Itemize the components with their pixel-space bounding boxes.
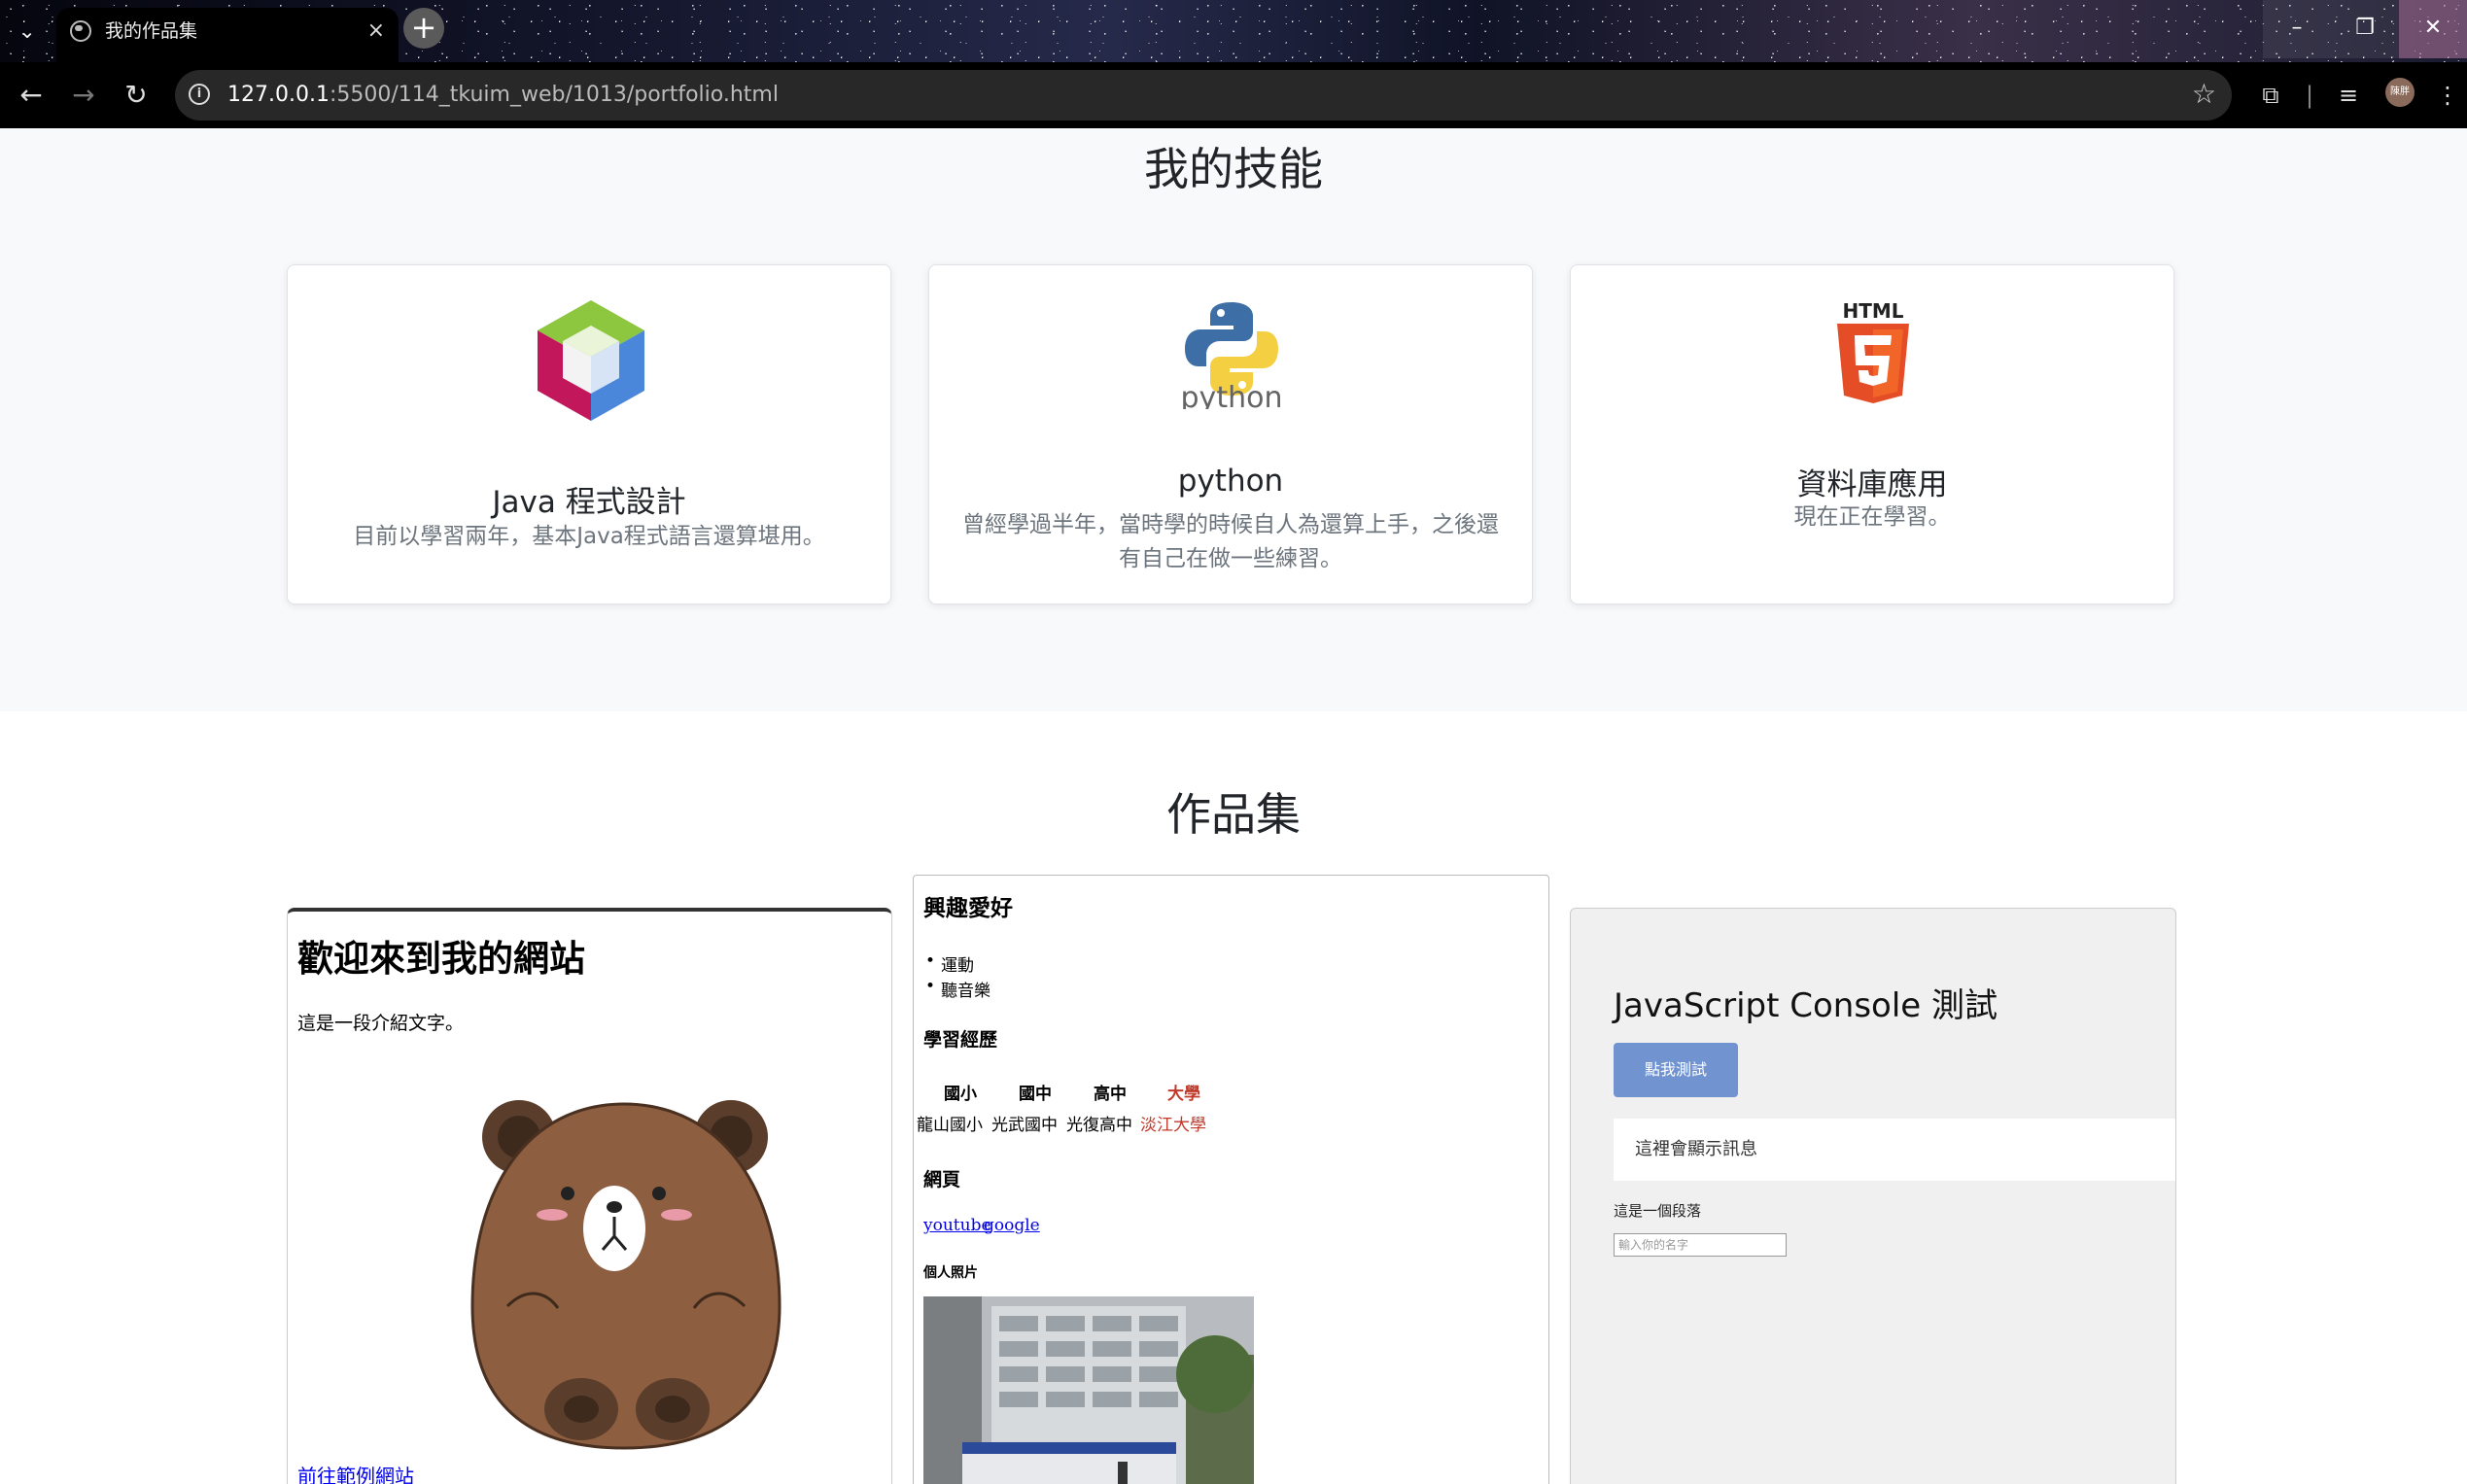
hobbies-heading: 興趣愛好 <box>923 895 1013 921</box>
hobby-item: 運動 <box>925 951 974 976</box>
test-button[interactable]: 點我測試 <box>1614 1043 1738 1097</box>
paragraph-text: 這是一個段落 <box>1614 1202 1702 1220</box>
skill-title: Java 程式設計 <box>492 485 686 520</box>
web-page: 我的技能 Java 程式設計 目前以學習兩年，基本Java程式語言還算堪用。 p… <box>0 128 2467 1484</box>
portfolio-frame-welcome: 歡迎來到我的網站 這是一段介紹文字。 前往範例網站 <box>287 908 892 1484</box>
globe-icon <box>70 20 91 42</box>
html5-shield-icon: HTML <box>1837 299 1909 403</box>
example-site-link[interactable]: 前往範例網站 <box>297 1461 414 1484</box>
tab-title: 我的作品集 <box>105 20 198 42</box>
url-text[interactable]: 127.0.0.1:5500/114_tkuim_web/1013/portfo… <box>227 81 779 110</box>
media-control-icon[interactable]: ≡ <box>2331 78 2366 113</box>
new-tab-button[interactable]: + <box>403 8 444 49</box>
window-controls: – ❐ ✕ <box>2263 0 2467 58</box>
back-arrow-icon[interactable]: ← <box>14 78 49 113</box>
python-logo-icon: python <box>1181 302 1283 409</box>
name-input[interactable]: 輸入你的名字 <box>1614 1233 1787 1257</box>
skill-title: python <box>1177 464 1284 499</box>
extensions-puzzle-icon[interactable]: ⧉ <box>2253 78 2288 113</box>
close-tab-icon[interactable]: × <box>367 17 385 45</box>
skill-card-java: Java 程式設計 目前以學習兩年，基本Java程式語言還算堪用。 <box>287 264 891 604</box>
browser-tab[interactable]: 我的作品集 × <box>56 8 399 62</box>
bookmark-star-icon[interactable]: ☆ <box>2192 78 2216 111</box>
forward-arrow-icon[interactable]: → <box>66 78 101 113</box>
browser-toolbar: ← → ↻ i 127.0.0.1:5500/114_tkuim_web/101… <box>0 62 2467 128</box>
portfolio-heading: 作品集 <box>1166 788 1301 841</box>
edu-value: 龍山國小 <box>917 1116 983 1135</box>
html-logo-text: HTML <box>1842 299 1903 323</box>
edu-header-highlight: 大學 <box>1167 1085 1200 1104</box>
reload-icon[interactable]: ↻ <box>119 78 154 113</box>
toolbar-divider: | <box>2305 82 2314 109</box>
photo-heading: 個人照片 <box>923 1265 978 1281</box>
edu-header: 國小 <box>944 1085 977 1104</box>
python-logo-text: python <box>1181 381 1283 409</box>
site-info-icon[interactable]: i <box>189 84 210 105</box>
hobby-item: 聽音樂 <box>925 977 990 1001</box>
web-heading: 網頁 <box>923 1169 961 1191</box>
window-close-icon[interactable]: ✕ <box>2399 0 2467 58</box>
skill-description: 目前以學習兩年，基本Java程式語言還算堪用。 <box>353 524 825 549</box>
education-heading: 學習經歷 <box>923 1029 998 1051</box>
skills-heading: 我的技能 <box>1144 143 1323 195</box>
message-box: 這裡會顯示訊息 <box>1614 1119 2175 1181</box>
netbeans-cube-icon <box>538 300 644 421</box>
youtube-link[interactable]: youtube <box>923 1216 991 1235</box>
edu-value-highlight: 淡江大學 <box>1140 1116 1206 1135</box>
personal-photo <box>923 1296 1254 1484</box>
restore-icon[interactable]: ❐ <box>2331 0 2399 58</box>
edu-value: 光復高中 <box>1066 1116 1132 1135</box>
intro-text: 這是一段介紹文字。 <box>297 1013 465 1034</box>
edu-value: 光武國中 <box>991 1116 1058 1135</box>
address-bar[interactable]: i 127.0.0.1:5500/114_tkuim_web/1013/port… <box>175 70 2232 121</box>
js-console-heading: JavaScript Console 測試 <box>1614 986 1998 1025</box>
welcome-heading: 歡迎來到我的網站 <box>297 937 585 980</box>
skill-title: 資料庫應用 <box>1796 467 1948 502</box>
more-menu-icon[interactable]: ⋮ <box>2430 78 2465 113</box>
skill-card-python: python python 曾經學過半年，當時學的時候自人為還算上手，之後還有自… <box>928 264 1533 604</box>
skill-card-database: HTML 資料庫應用 現在正在學習。 <box>1570 264 2174 604</box>
minimize-icon[interactable]: – <box>2263 0 2331 58</box>
edu-header: 高中 <box>1094 1085 1127 1104</box>
tab-search-icon[interactable]: ⌄ <box>14 17 41 45</box>
skills-section: 我的技能 Java 程式設計 目前以學習兩年，基本Java程式語言還算堪用。 p… <box>0 128 2467 711</box>
bear-image <box>470 1100 782 1450</box>
skill-description: 現在正在學習。 <box>1793 504 1951 530</box>
google-link[interactable]: google <box>984 1216 1040 1235</box>
portfolio-frame-js-console: JavaScript Console 測試 點我測試 這裡會顯示訊息 這是一個段… <box>1570 908 2176 1484</box>
portfolio-section: 作品集 歡迎來到我的網站 這是一段介紹文字。 前往範例網站 興趣愛好 • 運動 … <box>0 711 2467 1484</box>
skill-description: 曾經學過半年，當時學的時候自人為還算上手，之後還有自己在做一些練習。 <box>962 512 1499 571</box>
portfolio-frame-profile: 興趣愛好 運動 聽音樂 學習經歷 國小 國中 高中 大學 龍山國小 光武國中 光… <box>913 875 1549 1484</box>
edu-header: 國中 <box>1019 1085 1052 1104</box>
profile-avatar[interactable]: 陳胖 <box>2385 78 2415 107</box>
browser-tab-bar: ⌄ 我的作品集 × + – ❐ ✕ <box>0 0 2467 62</box>
